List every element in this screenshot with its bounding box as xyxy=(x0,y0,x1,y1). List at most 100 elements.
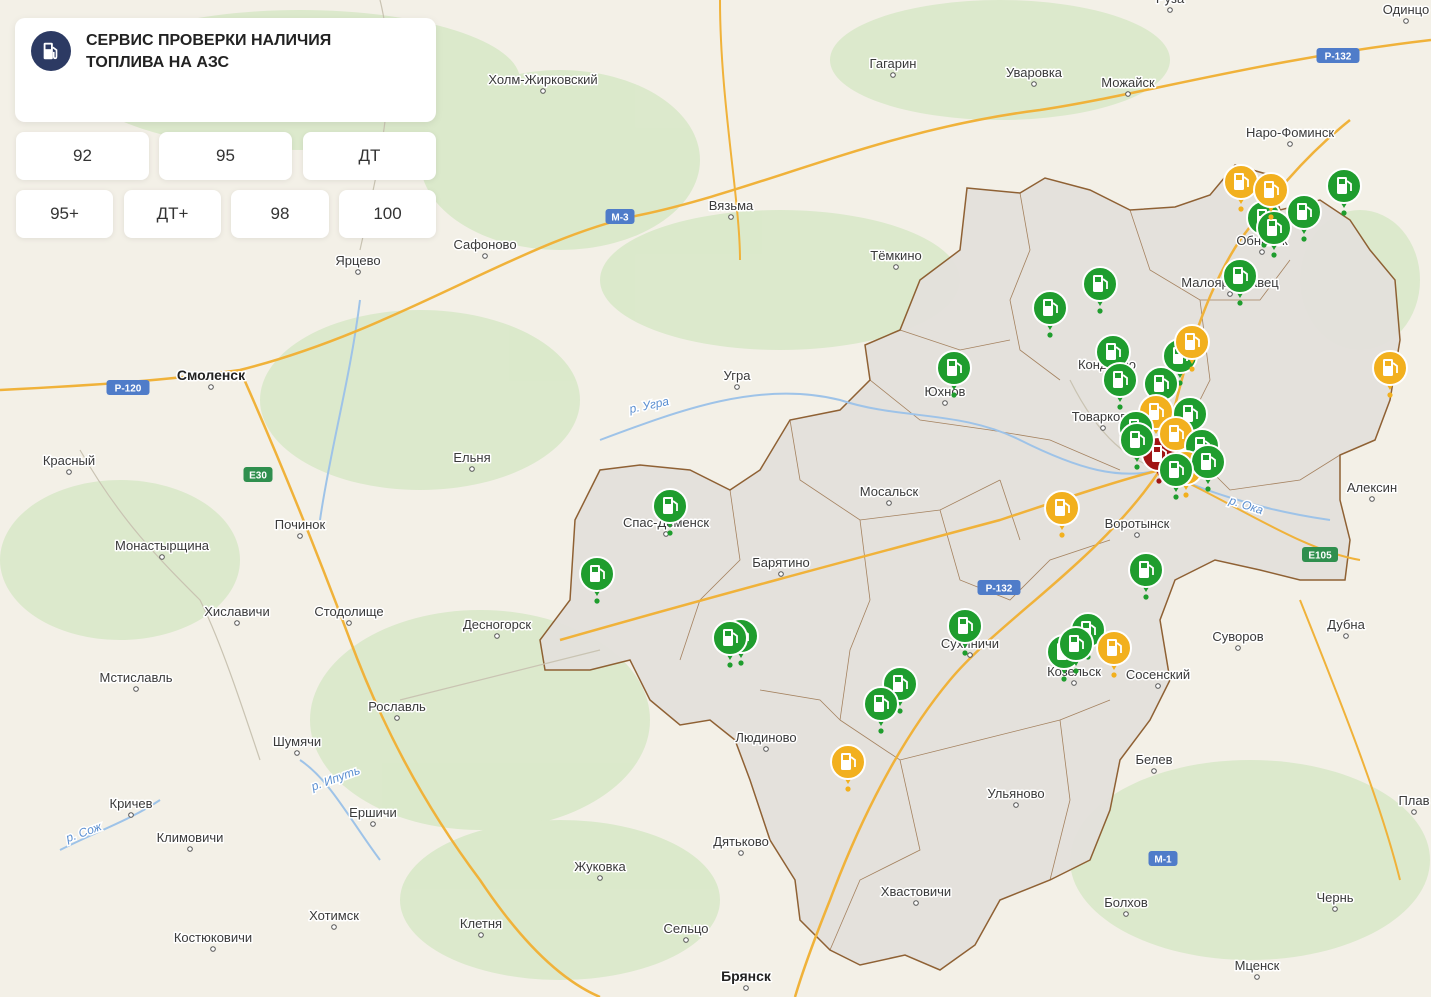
fuel-pump-icon xyxy=(43,42,58,60)
town-label: Суворов xyxy=(1212,629,1263,644)
road-shield: М-3 xyxy=(605,209,635,224)
town-label: Костюковичи xyxy=(174,930,252,945)
town-dot xyxy=(540,88,546,94)
town-label: Ярцево xyxy=(335,253,380,268)
town-label: Тёмкино xyxy=(870,248,921,263)
town-dot xyxy=(331,924,337,930)
town-label: Брянск xyxy=(721,968,772,984)
town-label: Можайск xyxy=(1101,75,1155,90)
town-dot xyxy=(187,846,193,852)
filter-button-92[interactable]: 92 xyxy=(16,132,149,180)
road-shield: М-1 xyxy=(1148,851,1178,866)
town-label: Ершичи xyxy=(349,805,397,820)
road-shield: Е105 xyxy=(1302,547,1338,562)
town-dot xyxy=(738,850,744,856)
town-label: Вязьма xyxy=(709,198,754,213)
town-label: Хотимск xyxy=(309,908,359,923)
town-label: Людиново xyxy=(735,730,796,745)
logo xyxy=(31,31,71,71)
town-dot xyxy=(355,269,361,275)
town-label: Сафоново xyxy=(453,237,516,252)
town-label: Дятьково xyxy=(713,834,769,849)
town-dot xyxy=(763,746,769,752)
town-label: Починок xyxy=(275,517,326,532)
town-label: Рославль xyxy=(368,699,426,714)
filter-button-98[interactable]: 98 xyxy=(231,190,329,238)
town-dot xyxy=(913,900,919,906)
filter-button-95[interactable]: 95 xyxy=(159,132,292,180)
town-dot xyxy=(370,821,376,827)
town-dot xyxy=(1403,18,1409,24)
town-label: Плав xyxy=(1398,793,1429,808)
town-dot xyxy=(1369,496,1375,502)
town-label: Одинцо xyxy=(1383,2,1429,17)
town-dot xyxy=(1227,291,1233,297)
town-label: Сосенский xyxy=(1126,667,1190,682)
filter-label: 98 xyxy=(270,204,290,223)
town-dot xyxy=(743,985,749,991)
town-label: Холм-Жирковский xyxy=(488,72,597,87)
town-dot xyxy=(494,633,500,639)
town-label: Смоленск xyxy=(177,367,246,383)
filter-label: 92 xyxy=(73,146,92,165)
town-label: Мосальск xyxy=(860,484,919,499)
town-label: Клетня xyxy=(460,916,502,931)
town-dot xyxy=(1123,911,1129,917)
filter-label: 95+ xyxy=(50,204,79,223)
town-label: Кричев xyxy=(110,796,153,811)
filter-label: ДТ xyxy=(358,146,381,165)
town-dot xyxy=(482,253,488,259)
town-dot xyxy=(133,686,139,692)
town-dot xyxy=(1167,7,1173,13)
town-label: Жуковка xyxy=(574,859,626,874)
town-label: Юхнов xyxy=(925,384,966,399)
town-label: Шумячи xyxy=(273,734,321,749)
road-shield: Р-120 xyxy=(106,380,150,395)
road-shield: Р-132 xyxy=(977,580,1021,595)
town-label: Климовичи xyxy=(157,830,224,845)
town-label: Мстиславль xyxy=(100,670,173,685)
town-label: Мценск xyxy=(1235,958,1280,973)
town-label: Сельцо xyxy=(663,921,708,936)
town-dot xyxy=(1254,974,1260,980)
filter-button-95-plus[interactable]: 95+ xyxy=(16,190,113,238)
town-dot xyxy=(683,937,689,943)
town-dot xyxy=(1411,809,1417,815)
road-shield-label: Е30 xyxy=(249,471,267,482)
town-label: Воротынск xyxy=(1105,516,1170,531)
road-shield-label: М-1 xyxy=(1154,855,1172,866)
town-dot xyxy=(478,932,484,938)
town-dot xyxy=(886,500,892,506)
filter-button-dt[interactable]: ДТ xyxy=(303,132,436,180)
town-label: Руза xyxy=(1156,0,1185,6)
filter-button-dt-plus[interactable]: ДТ+ xyxy=(124,190,221,238)
town-dot xyxy=(128,812,134,818)
town-dot xyxy=(1031,81,1037,87)
town-dot xyxy=(159,554,165,560)
road-shield-label: Р-132 xyxy=(1325,52,1352,63)
filter-button-100[interactable]: 100 xyxy=(339,190,436,238)
town-dot xyxy=(210,946,216,952)
town-dot xyxy=(394,715,400,721)
town-dot xyxy=(1259,249,1265,255)
town-label: Белев xyxy=(1135,752,1172,767)
town-dot xyxy=(942,400,948,406)
town-label: Стодолище xyxy=(314,604,383,619)
town-label: Чернь xyxy=(1316,890,1353,905)
road-shield-label: Р-120 xyxy=(115,384,142,395)
filter-label: ДТ+ xyxy=(156,204,189,223)
town-label: Болхов xyxy=(1104,895,1148,910)
town-dot xyxy=(1151,768,1157,774)
town-dot xyxy=(890,72,896,78)
town-label: Алексин xyxy=(1347,480,1397,495)
town-dot xyxy=(66,469,72,475)
town-dot xyxy=(967,652,973,658)
town-dot xyxy=(297,533,303,539)
town-dot xyxy=(1125,91,1131,97)
town-label: Монастырщина xyxy=(115,538,210,553)
town-dot xyxy=(234,620,240,626)
town-dot xyxy=(734,384,740,390)
town-dot xyxy=(1071,680,1077,686)
town-label: Угра xyxy=(724,368,752,383)
town-dot xyxy=(1343,633,1349,639)
